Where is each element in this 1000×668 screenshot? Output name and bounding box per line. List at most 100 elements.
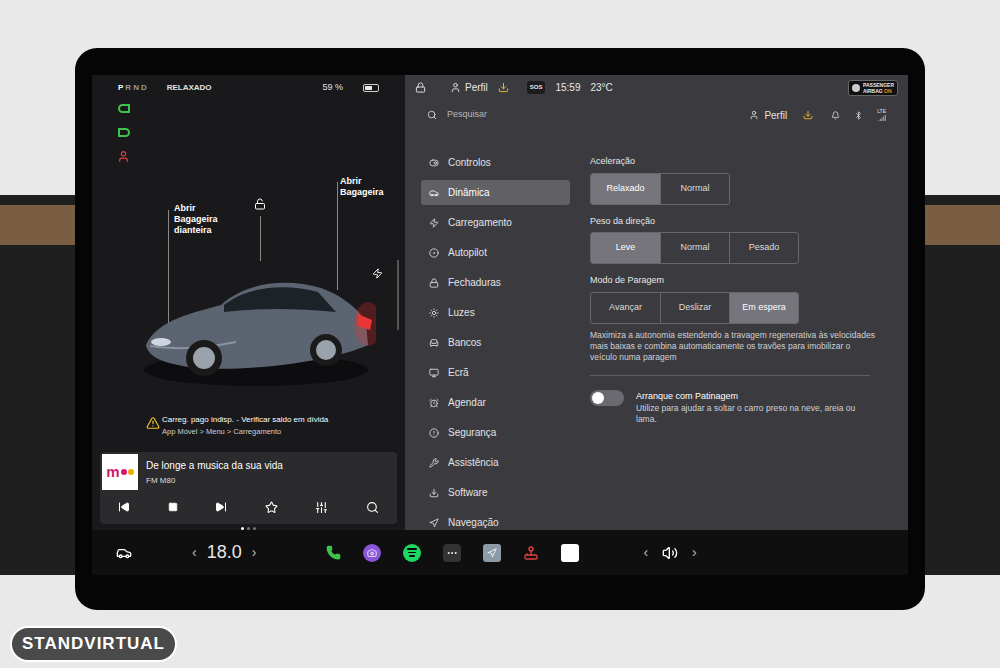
setting-group: Aceleração RelaxadoNormal [590, 155, 888, 205]
menu-item[interactable]: Navegação [421, 510, 570, 530]
menu-item[interactable]: Agendar [421, 390, 570, 415]
menu-item[interactable]: Bancos [421, 330, 570, 355]
setting-title: Aceleração [590, 155, 888, 169]
volume-up[interactable]: › [692, 542, 697, 563]
setting-title: Modo de Paragem [590, 274, 888, 288]
media-station: FM M80 [146, 475, 283, 487]
lock-icon[interactable] [415, 82, 426, 93]
front-trunk-label[interactable]: AbrirBagageiradianteira [174, 203, 218, 236]
app-dock [326, 544, 579, 562]
toybox-icon[interactable] [523, 545, 539, 561]
menu-item-icon [429, 338, 439, 348]
fog-light-icon [118, 128, 130, 137]
menu-item-icon [429, 518, 439, 528]
station-logo: m [102, 454, 138, 490]
gear-selector: PRND [118, 82, 147, 94]
search-placeholder[interactable]: Pesquisar [447, 108, 487, 122]
segment-option[interactable]: Leve [591, 233, 660, 263]
settings-menu: Controlos Dinâmica Carregamento Autopilot Fe… [405, 130, 570, 530]
media-title: De longe a musica da sua vida [146, 458, 283, 473]
menu-item[interactable]: Software [421, 480, 570, 505]
spotify-icon[interactable] [403, 544, 421, 562]
car-panel: PRNDRELAXADO59 %AbrirBagageiradianteiraA… [92, 75, 405, 530]
temp-up[interactable]: › [252, 542, 257, 563]
car-view: AbrirBagageiradianteira AbrirBagageira [92, 100, 405, 414]
segment-option[interactable]: Normal [660, 174, 729, 204]
previous-icon[interactable] [118, 501, 130, 513]
menu-item[interactable]: Carregamento [421, 210, 570, 235]
menu-item[interactable]: Controlos [421, 150, 570, 175]
bluetooth-icon[interactable] [854, 111, 863, 120]
menu-item[interactable]: Assistência [421, 450, 570, 475]
gear: R [125, 82, 131, 94]
profile-icon[interactable] [450, 82, 461, 93]
watermark: STANDVIRTUAL [10, 626, 177, 662]
menu-item[interactable]: Fechaduras [421, 270, 570, 295]
segment-option[interactable]: Relaxado [591, 174, 660, 204]
menu-item-icon [429, 278, 439, 288]
profile-icon[interactable] [749, 110, 759, 120]
temp-down[interactable]: ‹ [192, 542, 197, 563]
stop-icon[interactable] [168, 502, 178, 512]
battery-text: 59 % [322, 81, 343, 95]
search-icon[interactable] [427, 110, 437, 120]
cabin-temperature[interactable]: 18.0 [207, 539, 242, 566]
bottom-bar: ‹ 18.0 › ‹ › [92, 530, 908, 575]
status-row: PRNDRELAXADO59 % [92, 75, 405, 100]
menu-item[interactable]: Autopilot [421, 240, 570, 265]
climate-control: ‹ 18.0 › [192, 539, 256, 566]
charge-port-icon[interactable] [372, 268, 383, 279]
media-controls [100, 490, 397, 524]
segment-option[interactable]: Pesado [729, 233, 798, 263]
rear-trunk-label[interactable]: AbrirBagageira [340, 176, 384, 198]
equalizer-icon[interactable] [315, 501, 328, 514]
segment-option[interactable]: Em espera [729, 293, 798, 323]
headlight-icon [118, 104, 130, 113]
media-player: m De longe a musica da sua vida FM M80 [100, 452, 397, 524]
segment-option[interactable]: Deslizar [660, 293, 729, 323]
warning-icon [146, 416, 160, 430]
profile-label[interactable]: Perfil [764, 108, 787, 123]
outside-temperature: 23°C [591, 80, 613, 95]
menu-item-icon [429, 428, 439, 438]
menu-item[interactable]: Dinâmica [421, 180, 570, 205]
setting-group: Peso da direçãoLeveNormalPesado [590, 215, 888, 265]
favorite-icon[interactable] [265, 501, 278, 514]
screen-bezel: PRNDRELAXADO59 %AbrirBagageiradianteiraA… [75, 48, 925, 610]
top-bar: PerfilSOS15:5923°CPASSENGERAIRBAG ON [405, 75, 908, 100]
volume-down[interactable]: ‹ [643, 542, 648, 563]
alert-subtitle: App Móvel > Menu > Carregamento [162, 426, 328, 437]
profile-label[interactable]: Perfil [465, 80, 488, 95]
divider [590, 375, 870, 376]
more-icon[interactable] [443, 544, 461, 562]
next-icon[interactable] [215, 501, 227, 513]
unlock-icon[interactable] [254, 198, 266, 210]
update-icon[interactable] [498, 82, 509, 93]
camera-icon[interactable] [363, 544, 381, 562]
sos-badge[interactable]: SOS [527, 81, 546, 94]
menu-item-icon [429, 398, 439, 408]
phone-icon[interactable] [326, 545, 341, 560]
car-icon[interactable] [116, 545, 132, 561]
volume-icon[interactable] [662, 545, 678, 561]
setting-group: Modo de ParagemAvançarDeslizarEm esperaM… [590, 274, 888, 363]
alert-title: Carreg. pago indisp. - Verificar saldo e… [162, 414, 328, 426]
gear: N [133, 82, 139, 94]
bell-icon[interactable] [831, 111, 840, 120]
battery-icon [363, 84, 379, 92]
segment-option[interactable]: Avançar [591, 293, 660, 323]
menu-item[interactable]: Luzes [421, 300, 570, 325]
toggle-switch[interactable] [590, 390, 624, 406]
menu-item-icon [429, 158, 439, 168]
search-icon[interactable] [366, 501, 379, 514]
car-image-icon[interactable] [136, 250, 376, 390]
app-icon[interactable] [561, 544, 579, 562]
update-icon[interactable] [803, 110, 813, 120]
screen: PRNDRELAXADO59 %AbrirBagageiradianteiraA… [92, 75, 908, 575]
navigation-icon[interactable] [483, 544, 501, 562]
segment-option[interactable]: Normal [660, 233, 729, 263]
menu-item[interactable]: Segurança [421, 420, 570, 445]
menu-item-icon [429, 308, 439, 318]
menu-item[interactable]: Ecrã [421, 360, 570, 385]
clock: 15:59 [555, 80, 580, 95]
